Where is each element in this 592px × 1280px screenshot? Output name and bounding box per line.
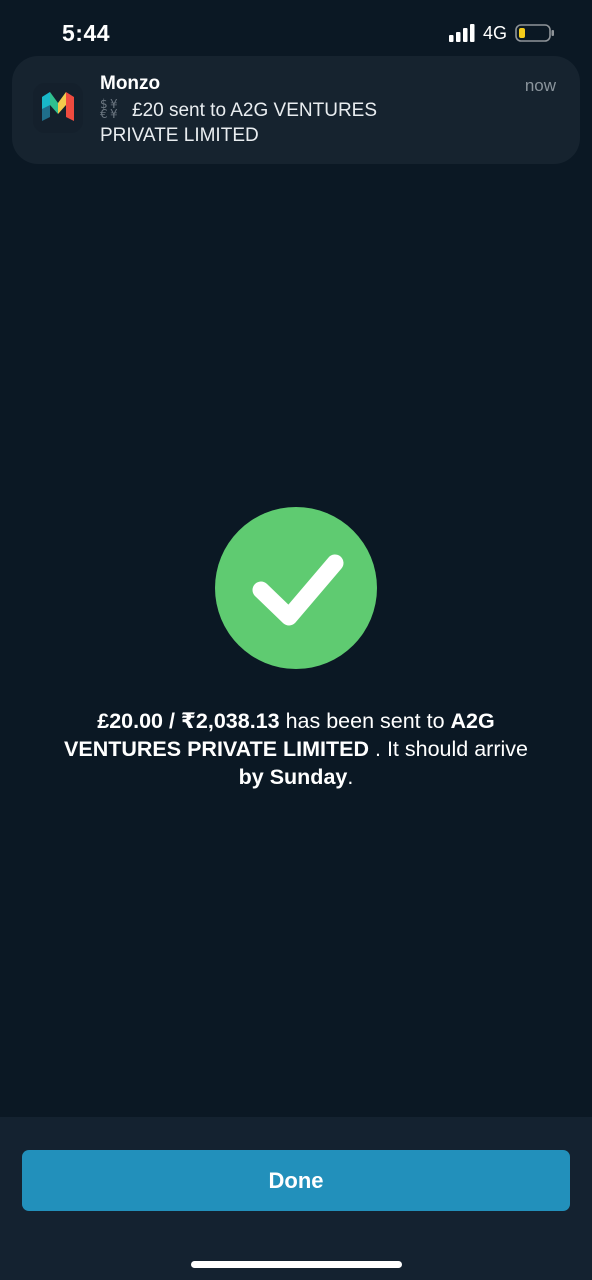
confirmation-message: £20.00 / ₹2,038.13 has been sent to A2G … [50,707,542,791]
status-bar: 5:44 4G [0,0,592,56]
bottom-action-panel: Done [0,1117,592,1280]
message-text-arrive: . It should arrive [369,737,528,761]
status-time: 5:44 [62,20,111,46]
network-label: 4G [483,23,508,43]
notification-body: £20 sent to A2G VENTURES PRIVATE LIMITED [100,100,378,146]
done-button[interactable]: Done [22,1150,570,1211]
notification-app-name: Monzo [100,73,161,94]
message-text-sent: has been sent to [279,709,451,733]
arrival-time: by Sunday [238,765,348,789]
notification-banner[interactable]: Monzo now $ ¥ € ¥ £20 sent to A2G VENTUR… [12,56,580,164]
transfer-amount: £20.00 / ₹2,038.13 [97,709,280,733]
monzo-logo-icon [33,83,83,133]
message-end: . [347,765,354,789]
svg-text:€: € [100,107,108,119]
money-exchange-icon: $ ¥ € ¥ [100,97,118,119]
checkmark-icon [252,554,344,626]
payment-success-screen: 5:44 4G Monzo now $ ¥ € ¥ £20 sent to A2… [0,0,592,1280]
notification-time: now [524,76,556,95]
notification-body-row: $ ¥ € ¥ £20 sent to A2G VENTURES PRIVATE… [100,97,440,148]
svg-text:¥: ¥ [110,107,118,119]
home-indicator[interactable] [191,1261,402,1268]
cellular-signal-icon [449,24,475,42]
battery-low-icon [515,24,554,42]
success-badge [215,507,377,669]
